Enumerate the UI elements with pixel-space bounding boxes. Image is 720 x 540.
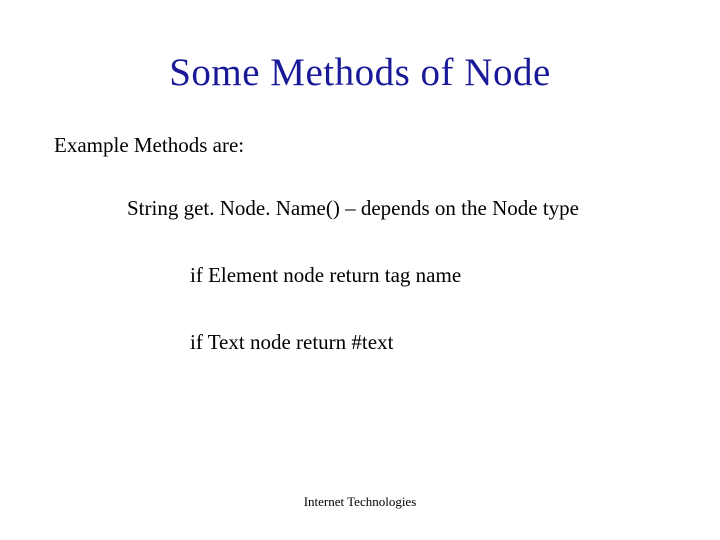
slide-title: Some Methods of Node — [50, 50, 670, 95]
slide-container: Some Methods of Node Example Methods are… — [0, 0, 720, 540]
method-signature: String get. Node. Name() – depends on th… — [127, 196, 670, 221]
detail-element: if Element node return tag name — [190, 263, 670, 288]
intro-text: Example Methods are: — [54, 133, 670, 158]
detail-text: if Text node return #text — [190, 330, 670, 355]
footer-text: Internet Technologies — [0, 494, 720, 510]
